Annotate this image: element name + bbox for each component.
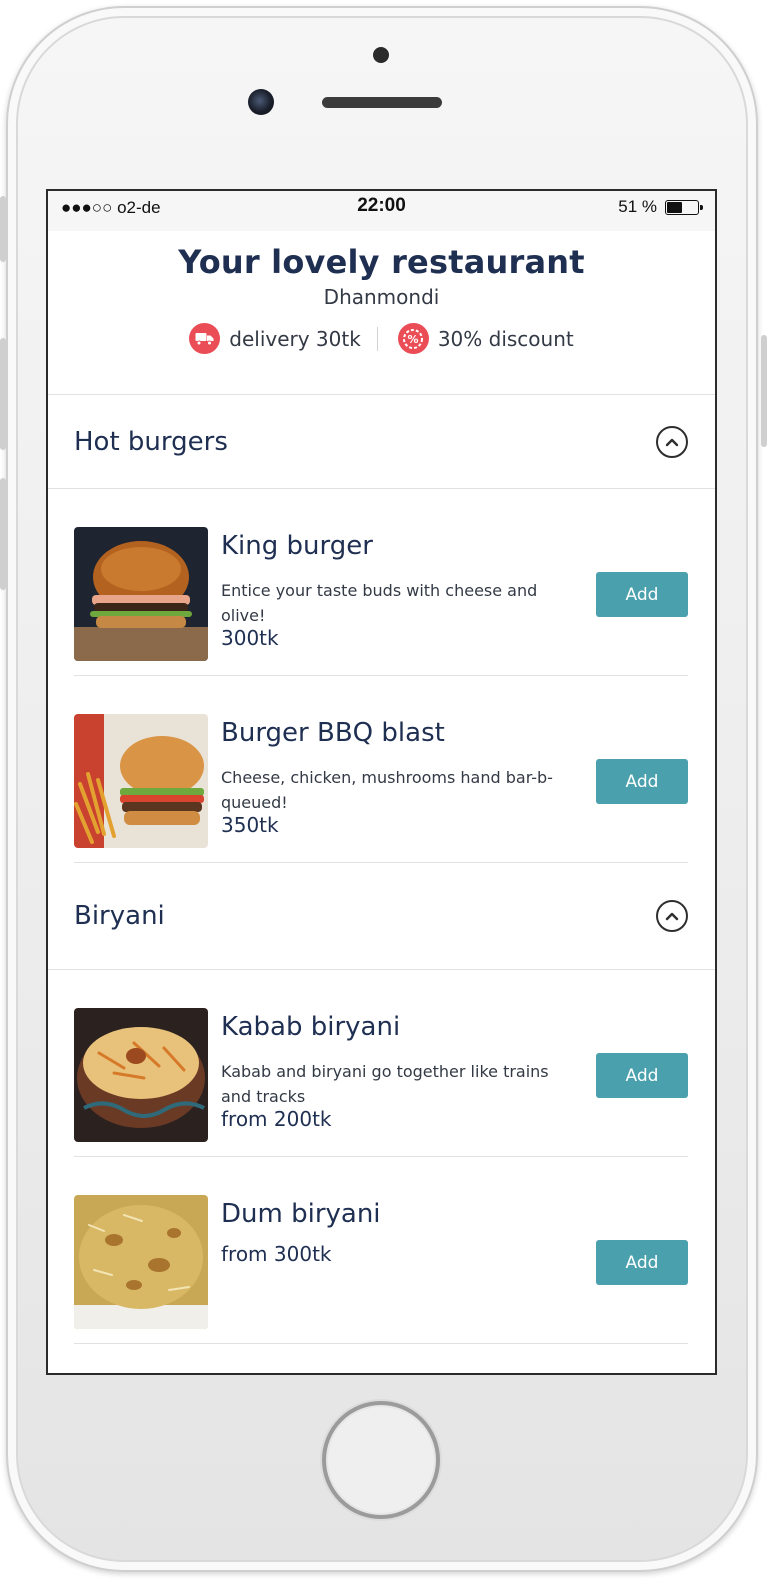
menu-item: King burger Entice your taste buds with … <box>74 489 688 676</box>
power-button <box>761 335 767 447</box>
king-burger-photo <box>74 527 208 661</box>
item-price: from 300tk <box>221 1242 332 1266</box>
category-title: Hot burgers <box>74 426 228 457</box>
mute-switch <box>0 196 6 262</box>
discount-badge: % 30% discount <box>397 323 574 354</box>
clock: 22:00 <box>357 195 406 216</box>
add-button[interactable]: Add <box>596 759 688 804</box>
add-button[interactable]: Add <box>596 572 688 617</box>
discount-text: 30% discount <box>437 326 574 351</box>
restaurant-area: Dhanmondi <box>323 285 440 309</box>
collapse-chevron-icon[interactable] <box>656 425 688 458</box>
burger-bbq-blast-photo <box>74 714 208 848</box>
battery-icon <box>665 200 703 215</box>
item-description: Entice your taste buds with cheese and o… <box>221 581 538 625</box>
add-button[interactable]: Add <box>596 1053 688 1098</box>
item-price: from 200tk <box>221 1107 332 1131</box>
badge-divider <box>376 326 378 351</box>
proximity-sensor <box>373 47 389 63</box>
delivery-fee: delivery 30tk <box>229 326 361 351</box>
item-name: Kabab biryani <box>221 1012 401 1042</box>
collapse-chevron-icon[interactable] <box>656 900 688 932</box>
menu-item: Dum biryani from 300tk Add <box>74 1157 688 1344</box>
discount-percent-icon: % <box>397 323 429 354</box>
menu-item: Burger BBQ blast Cheese, chicken, mushro… <box>74 676 688 863</box>
status-bar: ●●●○○ o2-de 22:00 51 % <box>48 191 715 231</box>
item-description: Kabab and biryani go together like train… <box>221 1062 549 1106</box>
volume-down-button <box>0 478 6 590</box>
item-name: King burger <box>221 531 373 561</box>
home-button[interactable] <box>322 1401 440 1519</box>
kabab-biryani-photo <box>74 1008 208 1142</box>
menu-item: Kabab biryani Kabab and biryani go toget… <box>74 970 688 1157</box>
volume-up-button <box>0 338 6 450</box>
item-name: Dum biryani <box>221 1199 381 1229</box>
restaurant-header: Your lovely restaurant Dhanmondi deliver… <box>48 231 715 395</box>
category-header-biryani[interactable]: Biryani <box>48 863 715 970</box>
item-name: Burger BBQ blast <box>221 718 445 748</box>
earpiece-speaker <box>322 97 442 108</box>
front-camera <box>248 89 274 115</box>
category-header-hot-burgers[interactable]: Hot burgers <box>48 395 715 489</box>
item-price: 350tk <box>221 813 279 837</box>
category-title: Biryani <box>74 901 165 931</box>
battery-percentage: 51 % <box>618 197 657 216</box>
svg-text:%: % <box>408 333 419 346</box>
add-button[interactable]: Add <box>596 1240 688 1285</box>
dum-biryani-photo <box>74 1195 208 1329</box>
restaurant-badges: delivery 30tk % 30% discount <box>48 323 715 354</box>
item-description: Cheese, chicken, mushrooms hand bar-b-qu… <box>221 768 553 812</box>
restaurant-page: Your lovely restaurant Dhanmondi deliver… <box>48 231 715 1344</box>
restaurant-title: Your lovely restaurant <box>178 243 585 281</box>
phone-screen: ●●●○○ o2-de 22:00 51 % Your lovely resta… <box>46 189 717 1375</box>
delivery-badge: delivery 30tk <box>189 323 361 354</box>
delivery-truck-icon <box>189 323 221 354</box>
item-price: 300tk <box>221 626 279 650</box>
